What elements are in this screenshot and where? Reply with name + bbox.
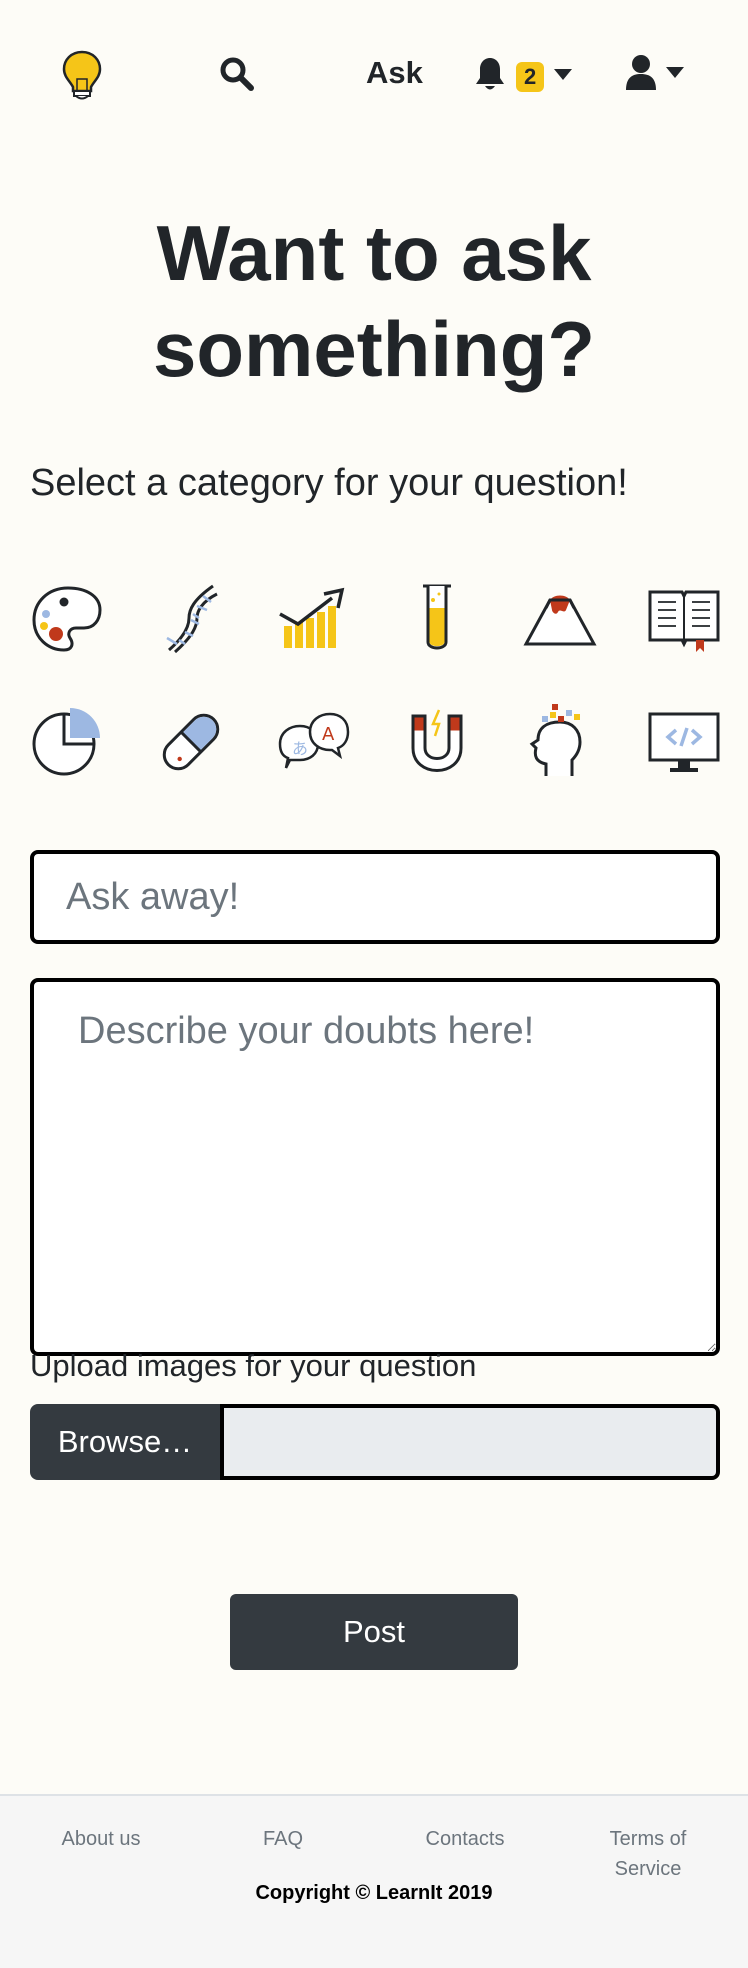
file-name-field[interactable] <box>220 1404 720 1480</box>
footer-link-faq[interactable]: FAQ <box>240 1824 326 1854</box>
pill-icon[interactable] <box>153 704 229 780</box>
growth-chart-icon[interactable] <box>276 580 352 656</box>
svg-text:A: A <box>322 724 335 745</box>
chevron-down-icon <box>666 66 684 84</box>
footer-link-terms[interactable]: Terms of Service <box>592 1824 704 1884</box>
volcano-icon[interactable] <box>522 580 598 656</box>
computer-code-icon[interactable] <box>646 704 722 780</box>
test-tube-icon[interactable] <box>399 580 475 656</box>
footer-link-contacts[interactable]: Contacts <box>410 1824 520 1854</box>
palette-icon[interactable] <box>30 580 106 656</box>
notification-count-badge: 2 <box>516 61 545 92</box>
question-title-input[interactable] <box>30 850 720 944</box>
user-icon <box>626 54 656 95</box>
browse-button[interactable]: Browse… <box>30 1404 220 1480</box>
language-chat-icon[interactable]: あ A <box>276 704 352 780</box>
footer-link-about-us[interactable]: About us <box>50 1824 152 1854</box>
category-prompt: Select a category for your question! <box>30 462 628 504</box>
lightbulb-icon[interactable] <box>62 50 102 102</box>
magnet-icon[interactable] <box>399 704 475 780</box>
head-icon[interactable] <box>522 704 598 780</box>
page-title: Want to ask something? <box>153 209 595 393</box>
search-icon[interactable] <box>220 56 256 92</box>
question-description-textarea[interactable] <box>30 978 720 1356</box>
footer: About us FAQ Contacts Terms of Service C… <box>0 1794 748 1968</box>
ask-link[interactable]: Ask <box>366 55 423 91</box>
dna-icon[interactable] <box>153 580 229 656</box>
bell-icon <box>474 56 506 97</box>
notifications-menu[interactable]: 2 <box>474 56 573 97</box>
book-icon[interactable] <box>646 580 722 656</box>
post-button[interactable]: Post <box>230 1594 518 1670</box>
upload-label: Upload images for your question <box>30 1348 477 1383</box>
pie-chart-icon[interactable] <box>30 704 106 780</box>
user-menu[interactable] <box>626 54 684 95</box>
chevron-down-icon <box>554 68 573 86</box>
svg-text:あ: あ <box>292 739 308 758</box>
navbar: Ask 2 <box>0 0 748 150</box>
copyright-text: Copyright © LearnIt 2019 <box>255 1882 493 1904</box>
